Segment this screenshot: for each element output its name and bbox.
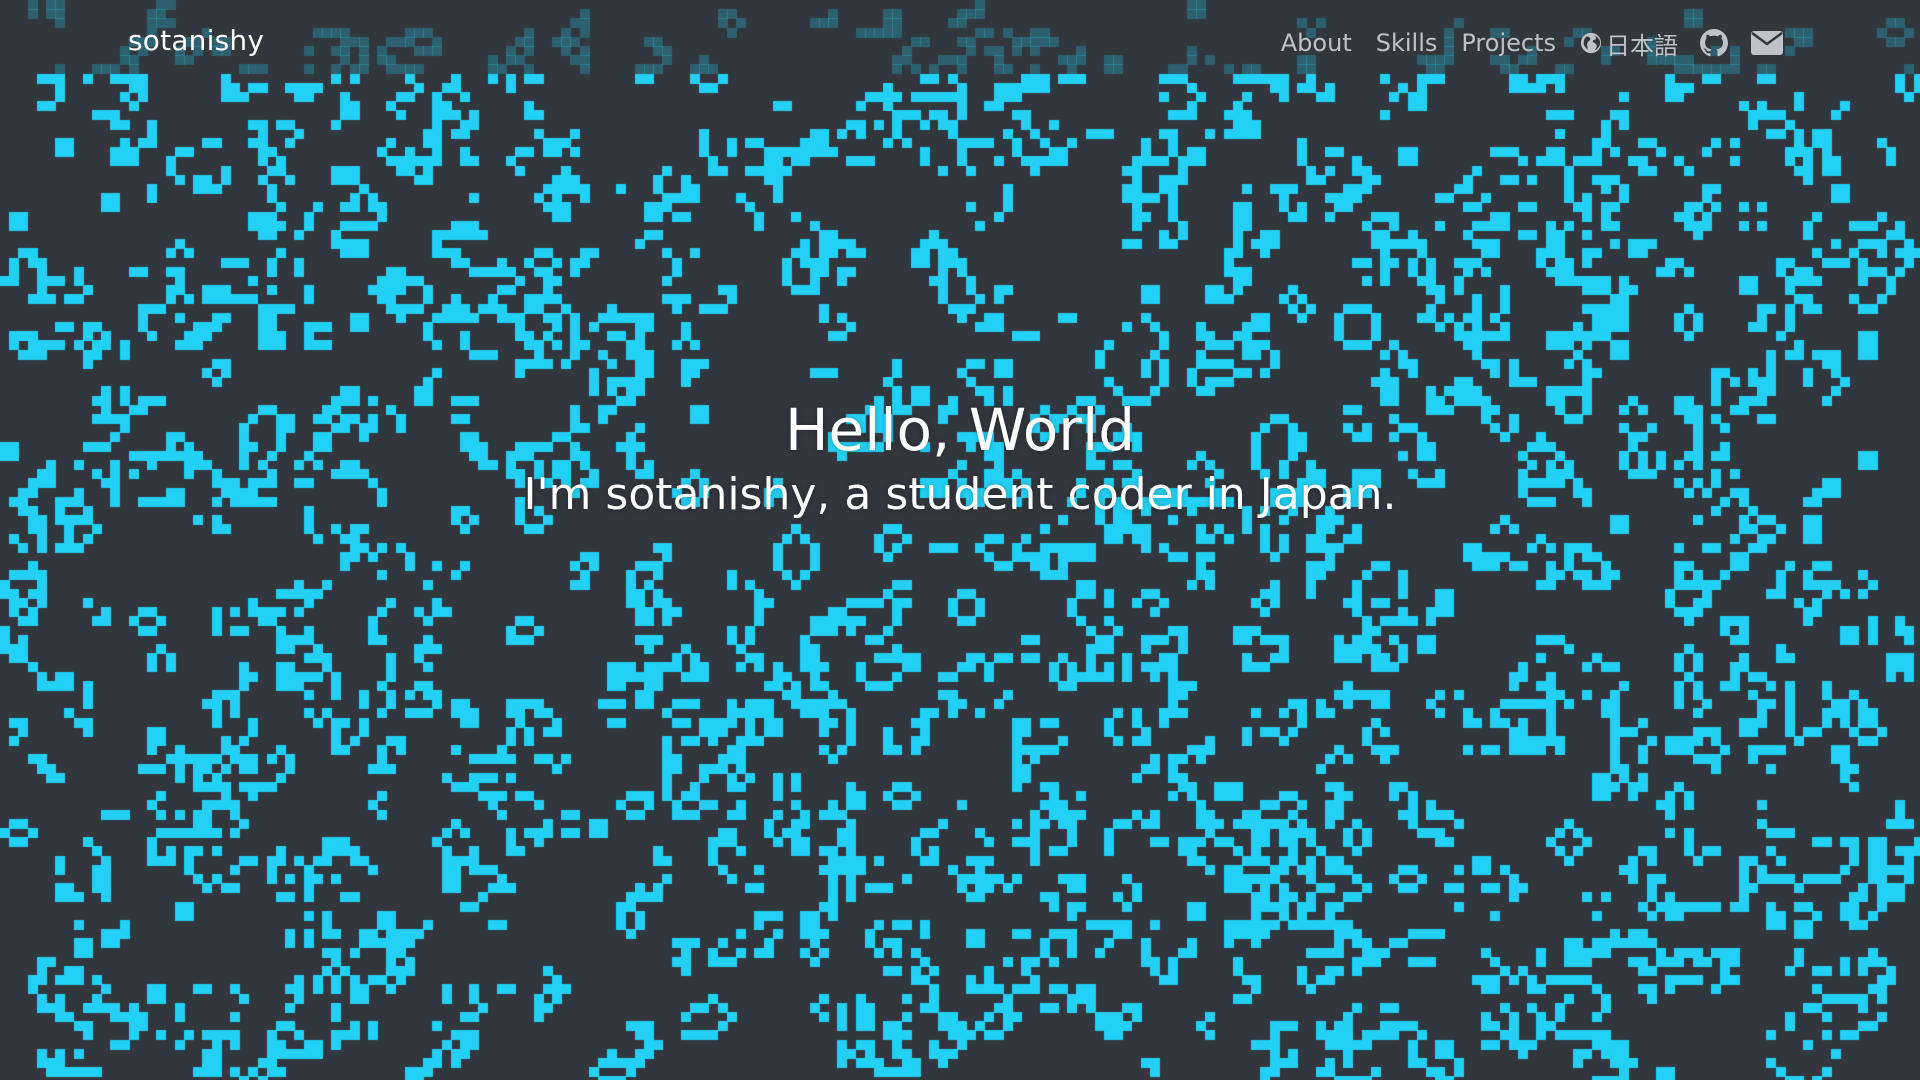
github-link[interactable] [1700, 29, 1728, 57]
language-switch-link[interactable]: 日本語 [1580, 26, 1678, 61]
github-icon [1700, 29, 1728, 57]
nav-about-link[interactable]: About [1281, 29, 1352, 57]
hero: Hello, World I'm sotanishy, a student co… [0, 395, 1920, 523]
globe-icon [1580, 32, 1602, 54]
mail-icon [1751, 31, 1783, 55]
nav-links: About Skills Projects 日本語 [1281, 22, 1784, 64]
nav-skills-link[interactable]: Skills [1376, 29, 1438, 57]
mail-link[interactable] [1750, 30, 1784, 56]
language-label: 日本語 [1606, 31, 1678, 60]
navbar: sotanishy About Skills Projects 日本語 [0, 0, 1920, 86]
nav-projects-link[interactable]: Projects [1461, 29, 1556, 57]
hero-title: Hello, World [784, 396, 1136, 464]
game-of-life-background [0, 0, 1920, 1080]
brand-link[interactable]: sotanishy [128, 24, 264, 57]
hero-subtitle: I'm sotanishy, a student coder in Japan. [523, 469, 1397, 520]
